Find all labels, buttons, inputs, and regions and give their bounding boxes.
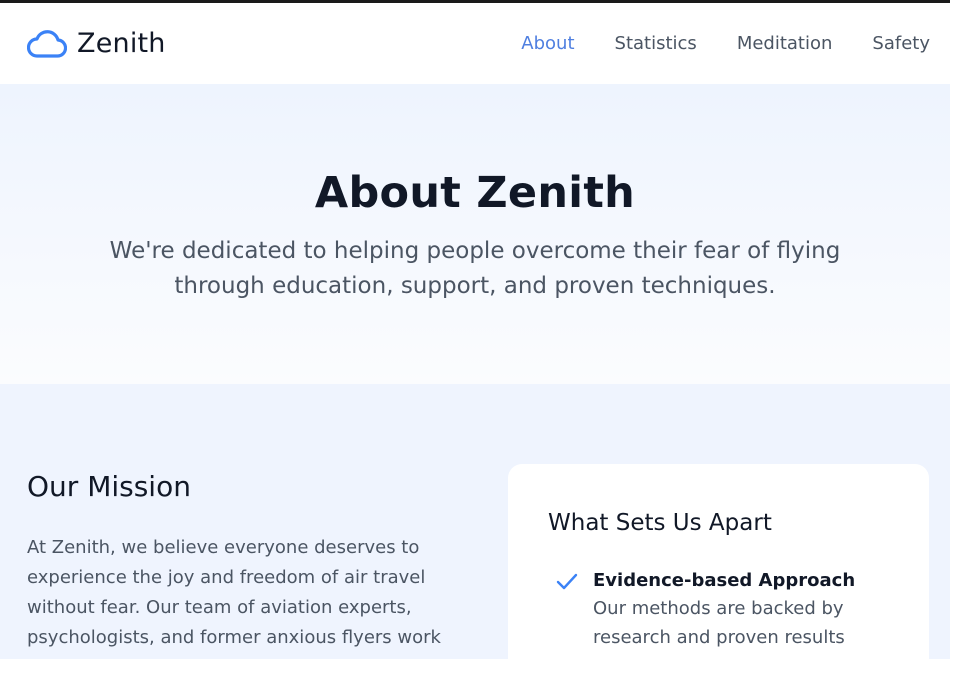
apart-title: What Sets Us Apart: [548, 510, 772, 536]
hero-section: About Zenith We're dedicated to helping …: [0, 84, 950, 384]
mission-column: Our Mission At Zenith, we believe everyo…: [27, 470, 457, 653]
check-icon: [556, 570, 578, 652]
feature-item: Evidence-based Approach Our methods are …: [556, 570, 883, 652]
nav-meditation[interactable]: Meditation: [737, 33, 833, 54]
nav-statistics[interactable]: Statistics: [615, 33, 697, 54]
feature-description: Our methods are backed by research and p…: [593, 598, 845, 648]
mission-section: Our Mission At Zenith, we believe everyo…: [0, 384, 950, 684]
brand-logo[interactable]: Zenith: [27, 28, 166, 59]
brand-name: Zenith: [77, 28, 166, 59]
mission-body: At Zenith, we believe everyone deserves …: [27, 537, 441, 648]
cloud-icon: [27, 29, 67, 59]
nav-about[interactable]: About: [521, 33, 574, 54]
site-header: Zenith About Statistics Meditation Safet…: [0, 3, 950, 84]
page-title: About Zenith: [314, 168, 636, 218]
scrollbar-gutter: [950, 0, 962, 659]
nav-safety[interactable]: Safety: [872, 33, 930, 54]
feature-title: Evidence-based Approach: [593, 570, 856, 591]
main-nav: About Statistics Meditation Safety: [521, 33, 930, 54]
hero-subtitle: We're dedicated to helping people overco…: [109, 238, 841, 299]
mission-title: Our Mission: [27, 470, 191, 503]
apart-card: What Sets Us Apart Evidence-based Approa…: [508, 464, 929, 684]
